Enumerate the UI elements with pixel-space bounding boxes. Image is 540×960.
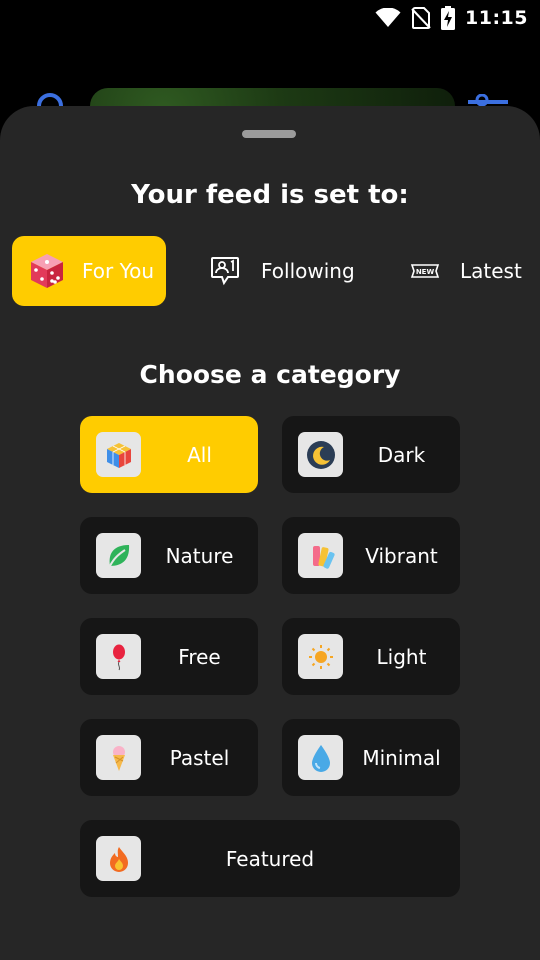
- category-label: Nature: [165, 543, 234, 568]
- category-label: Dark: [377, 442, 426, 467]
- feed-option-latest[interactable]: NEW Latest: [396, 236, 536, 306]
- category-pastel[interactable]: Pastel: [80, 719, 258, 796]
- color-palette-icon: [298, 533, 343, 578]
- wifi-icon: [375, 8, 401, 27]
- category-title: Choose a category: [139, 360, 401, 389]
- new-badge-icon: NEW: [410, 262, 440, 280]
- category-nature[interactable]: Nature: [80, 517, 258, 594]
- category-label: Light: [376, 644, 427, 669]
- status-bar: 11:15: [0, 0, 540, 36]
- drag-handle[interactable]: [242, 130, 296, 138]
- category-label: Minimal: [362, 745, 441, 770]
- feed-settings-sheet: Your feed is set to: For You Following N…: [0, 106, 540, 960]
- category-featured[interactable]: Featured: [80, 820, 460, 897]
- sheet-title: Your feed is set to:: [131, 180, 409, 210]
- leaf-icon: [96, 533, 141, 578]
- category-minimal[interactable]: Minimal: [282, 719, 460, 796]
- status-time: 11:15: [465, 7, 528, 29]
- category-vibrant[interactable]: Vibrant: [282, 517, 460, 594]
- following-icon: [210, 256, 240, 286]
- feed-option-label: Latest: [460, 259, 522, 283]
- feed-option-following[interactable]: Following: [196, 236, 366, 306]
- feed-option-label: Following: [261, 259, 355, 283]
- dice-icon: [28, 252, 66, 290]
- battery-charging-icon: [441, 6, 456, 30]
- cube-icon: [96, 432, 141, 477]
- status-icons: 11:15: [375, 6, 528, 30]
- category-dark[interactable]: Dark: [282, 416, 460, 493]
- category-label: Pastel: [169, 745, 230, 770]
- moon-icon: [298, 432, 343, 477]
- ice-cream-icon: [96, 735, 141, 780]
- balloon-icon: [96, 634, 141, 679]
- category-label: Free: [178, 644, 221, 669]
- category-label: Vibrant: [365, 543, 438, 568]
- no-sim-icon: [411, 7, 431, 29]
- droplet-icon: [298, 735, 343, 780]
- category-all[interactable]: All: [80, 416, 258, 493]
- feed-option-for-you[interactable]: For You: [12, 236, 166, 306]
- sun-icon: [298, 634, 343, 679]
- category-label: All: [187, 442, 212, 467]
- category-free[interactable]: Free: [80, 618, 258, 695]
- category-label: Featured: [225, 846, 315, 871]
- feed-option-label: For You: [82, 259, 155, 283]
- svg-text:NEW: NEW: [416, 268, 435, 276]
- category-light[interactable]: Light: [282, 618, 460, 695]
